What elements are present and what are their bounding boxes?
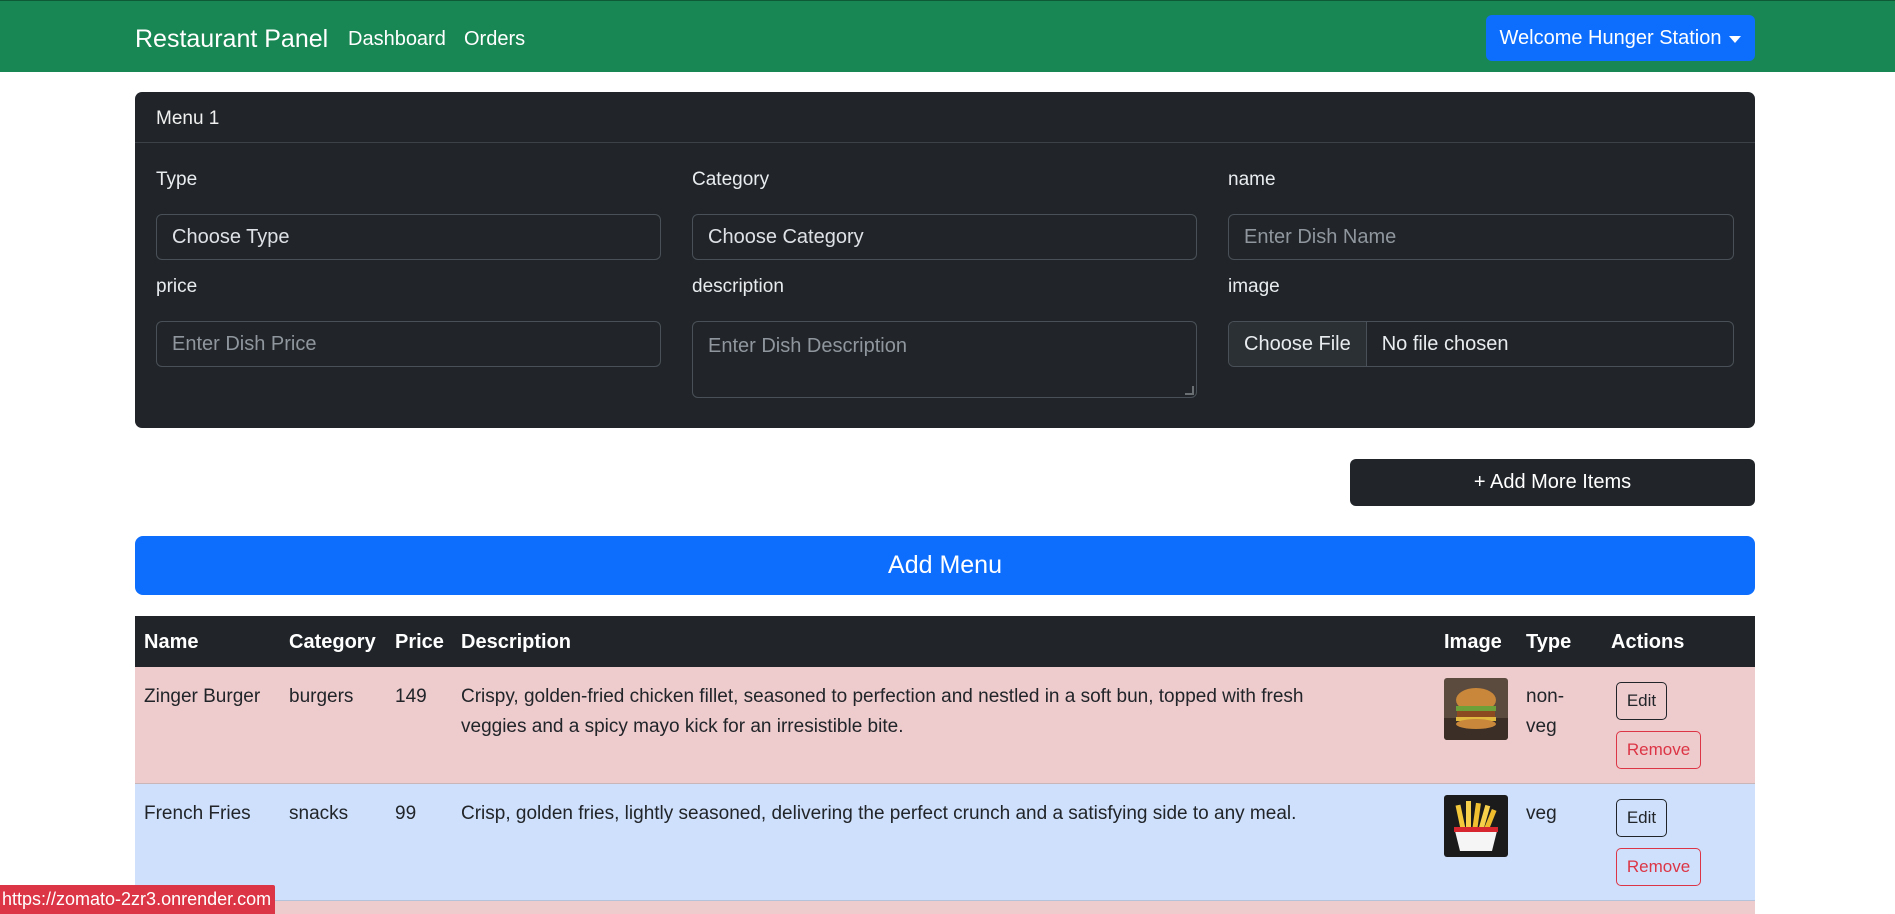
add-more-items-button[interactable]: + Add More Items xyxy=(1350,459,1755,506)
description-label: description xyxy=(692,276,784,297)
dish-description-textarea[interactable]: Enter Dish Description xyxy=(692,321,1197,398)
column-header-description: Description xyxy=(461,631,572,653)
image-file-input[interactable]: Choose File No file chosen xyxy=(1228,321,1734,367)
nav-link-orders[interactable]: Orders xyxy=(464,28,525,51)
cell-category: burgers xyxy=(289,686,354,707)
dish-name-placeholder: Enter Dish Name xyxy=(1244,225,1397,248)
menu-form-card: Menu 1 Type Choose Type Category Choose … xyxy=(135,92,1755,428)
description-line: veggies and a spicy mayo kick for an irr… xyxy=(461,716,904,737)
cell-name: Zinger Burger xyxy=(144,686,261,707)
description-line: Crisp, golden fries, lightly seasoned, d… xyxy=(461,803,1297,824)
cell-price: 149 xyxy=(395,686,427,707)
link-preview-status: https://zomato-2zr3.onrender.com xyxy=(0,885,276,914)
cell-category: snacks xyxy=(289,803,349,824)
category-select-value: Choose Category xyxy=(708,225,864,248)
cell-type: non- veg xyxy=(1526,682,1564,742)
type-select-value: Choose Type xyxy=(172,225,290,248)
image-label: image xyxy=(1228,276,1280,297)
nav-link-dashboard[interactable]: Dashboard xyxy=(348,28,446,51)
resize-handle-icon[interactable] xyxy=(1185,386,1194,395)
price-label: price xyxy=(156,276,198,297)
user-dropdown-label: Welcome Hunger Station xyxy=(1499,26,1722,49)
cell-price: 99 xyxy=(395,803,417,824)
column-header-category: Category xyxy=(289,631,376,653)
type-line: non- xyxy=(1526,686,1565,707)
edit-button[interactable]: Edit xyxy=(1616,799,1667,837)
type-select[interactable]: Choose Type xyxy=(156,214,661,260)
caret-down-icon xyxy=(1729,35,1742,43)
remove-button[interactable]: Remove xyxy=(1616,848,1701,886)
description-line: Crispy, golden-fried chicken fillet, sea… xyxy=(461,686,1304,707)
top-navbar: Restaurant Panel Dashboard Orders Welcom… xyxy=(0,0,1895,72)
column-header-price: Price xyxy=(395,631,444,653)
column-header-name: Name xyxy=(144,631,199,653)
cell-description: Crispy, golden-fried chicken fillet, sea… xyxy=(461,682,1421,742)
table-row xyxy=(135,901,1755,914)
table-header-row: Name Category Price Description Image Ty… xyxy=(135,616,1755,667)
user-dropdown-button[interactable]: Welcome Hunger Station xyxy=(1486,15,1755,61)
type-label: Type xyxy=(156,169,198,190)
brand-title[interactable]: Restaurant Panel xyxy=(135,25,328,54)
add-menu-button[interactable]: Add Menu xyxy=(135,536,1755,595)
fries-image xyxy=(1444,795,1508,857)
column-header-type: Type xyxy=(1526,631,1572,653)
table-row: Zinger Burger burgers 149 Crispy, golden… xyxy=(135,667,1755,784)
column-header-image: Image xyxy=(1444,631,1502,653)
cell-description: Crisp, golden fries, lightly seasoned, d… xyxy=(461,799,1421,829)
dish-description-placeholder: Enter Dish Description xyxy=(708,335,907,357)
dish-price-placeholder: Enter Dish Price xyxy=(172,332,317,355)
choose-file-button[interactable]: Choose File xyxy=(1229,322,1367,366)
remove-button[interactable]: Remove xyxy=(1616,731,1701,769)
type-line: veg xyxy=(1526,716,1557,737)
card-header: Menu 1 xyxy=(135,92,1755,143)
edit-button[interactable]: Edit xyxy=(1616,682,1667,720)
category-select[interactable]: Choose Category xyxy=(692,214,1197,260)
file-status-text: No file chosen xyxy=(1381,332,1509,355)
dish-name-input[interactable]: Enter Dish Name xyxy=(1228,214,1734,260)
cell-type: veg xyxy=(1526,803,1557,824)
cell-name: French Fries xyxy=(144,803,251,824)
table-row: French Fries snacks 99 Crisp, golden fri… xyxy=(135,784,1755,901)
name-label: name xyxy=(1228,169,1276,190)
category-label: Category xyxy=(692,169,770,190)
dish-price-input[interactable]: Enter Dish Price xyxy=(156,321,661,367)
burger-image xyxy=(1444,678,1508,740)
column-header-actions: Actions xyxy=(1611,631,1685,653)
